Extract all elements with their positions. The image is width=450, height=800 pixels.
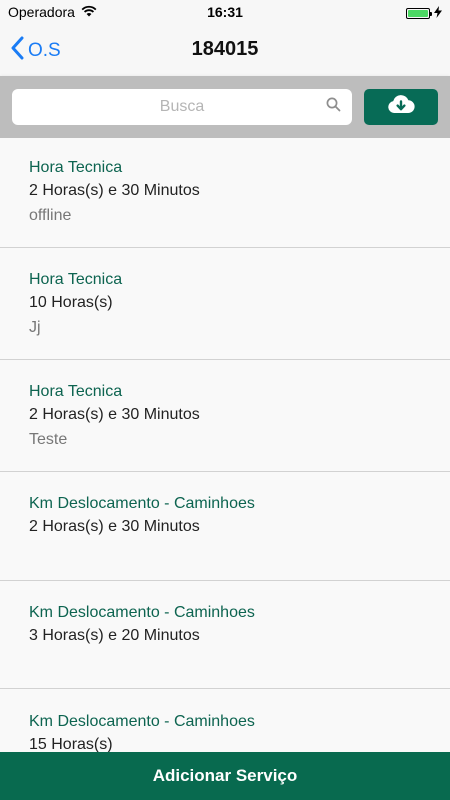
page-title: 184015 (191, 38, 259, 60)
item-note: Jj (29, 319, 41, 336)
item-duration: 2 Horas(s) e 30 Minutos (29, 518, 200, 535)
cloud-download-icon (387, 94, 415, 120)
item-duration: 10 Horas(s) (29, 294, 113, 311)
list-item[interactable]: Km Deslocamento - Caminhoes 3 Horas(s) e… (0, 581, 450, 689)
list-item[interactable]: Hora Tecnica 2 Horas(s) e 30 Minutos Tes… (0, 360, 450, 472)
item-title: Km Deslocamento - Caminhoes (29, 604, 255, 621)
item-note: offline (29, 207, 72, 224)
status-bar: Operadora 16:31 (0, 0, 450, 26)
nav-bar: O.S 184015 (0, 26, 450, 76)
battery-icon (406, 7, 432, 19)
status-right (406, 5, 442, 21)
search-icon (326, 97, 341, 117)
item-duration: 2 Horas(s) e 30 Minutos (29, 182, 200, 199)
item-duration: 3 Horas(s) e 20 Minutos (29, 627, 200, 644)
list-item[interactable]: Km Deslocamento - Caminhoes 2 Horas(s) e… (0, 472, 450, 581)
item-title: Hora Tecnica (29, 271, 123, 288)
item-title: Km Deslocamento - Caminhoes (29, 495, 255, 512)
search-toolbar (0, 76, 450, 138)
item-duration: 2 Horas(s) e 30 Minutos (29, 406, 200, 423)
service-list: Hora Tecnica 2 Horas(s) e 30 Minutos off… (0, 138, 450, 800)
list-item[interactable]: Hora Tecnica 10 Horas(s) Jj (0, 248, 450, 360)
charging-icon (434, 5, 442, 21)
add-service-button[interactable]: Adicionar Serviço (0, 752, 450, 800)
search-input[interactable] (12, 89, 352, 125)
item-title: Hora Tecnica (29, 159, 123, 176)
clock: 16:31 (207, 4, 243, 20)
list-item[interactable]: Hora Tecnica 2 Horas(s) e 30 Minutos off… (0, 138, 450, 248)
item-note: Teste (29, 431, 68, 448)
item-title: Km Deslocamento - Caminhoes (29, 713, 255, 730)
download-button[interactable] (364, 89, 438, 125)
item-title: Hora Tecnica (29, 383, 123, 400)
